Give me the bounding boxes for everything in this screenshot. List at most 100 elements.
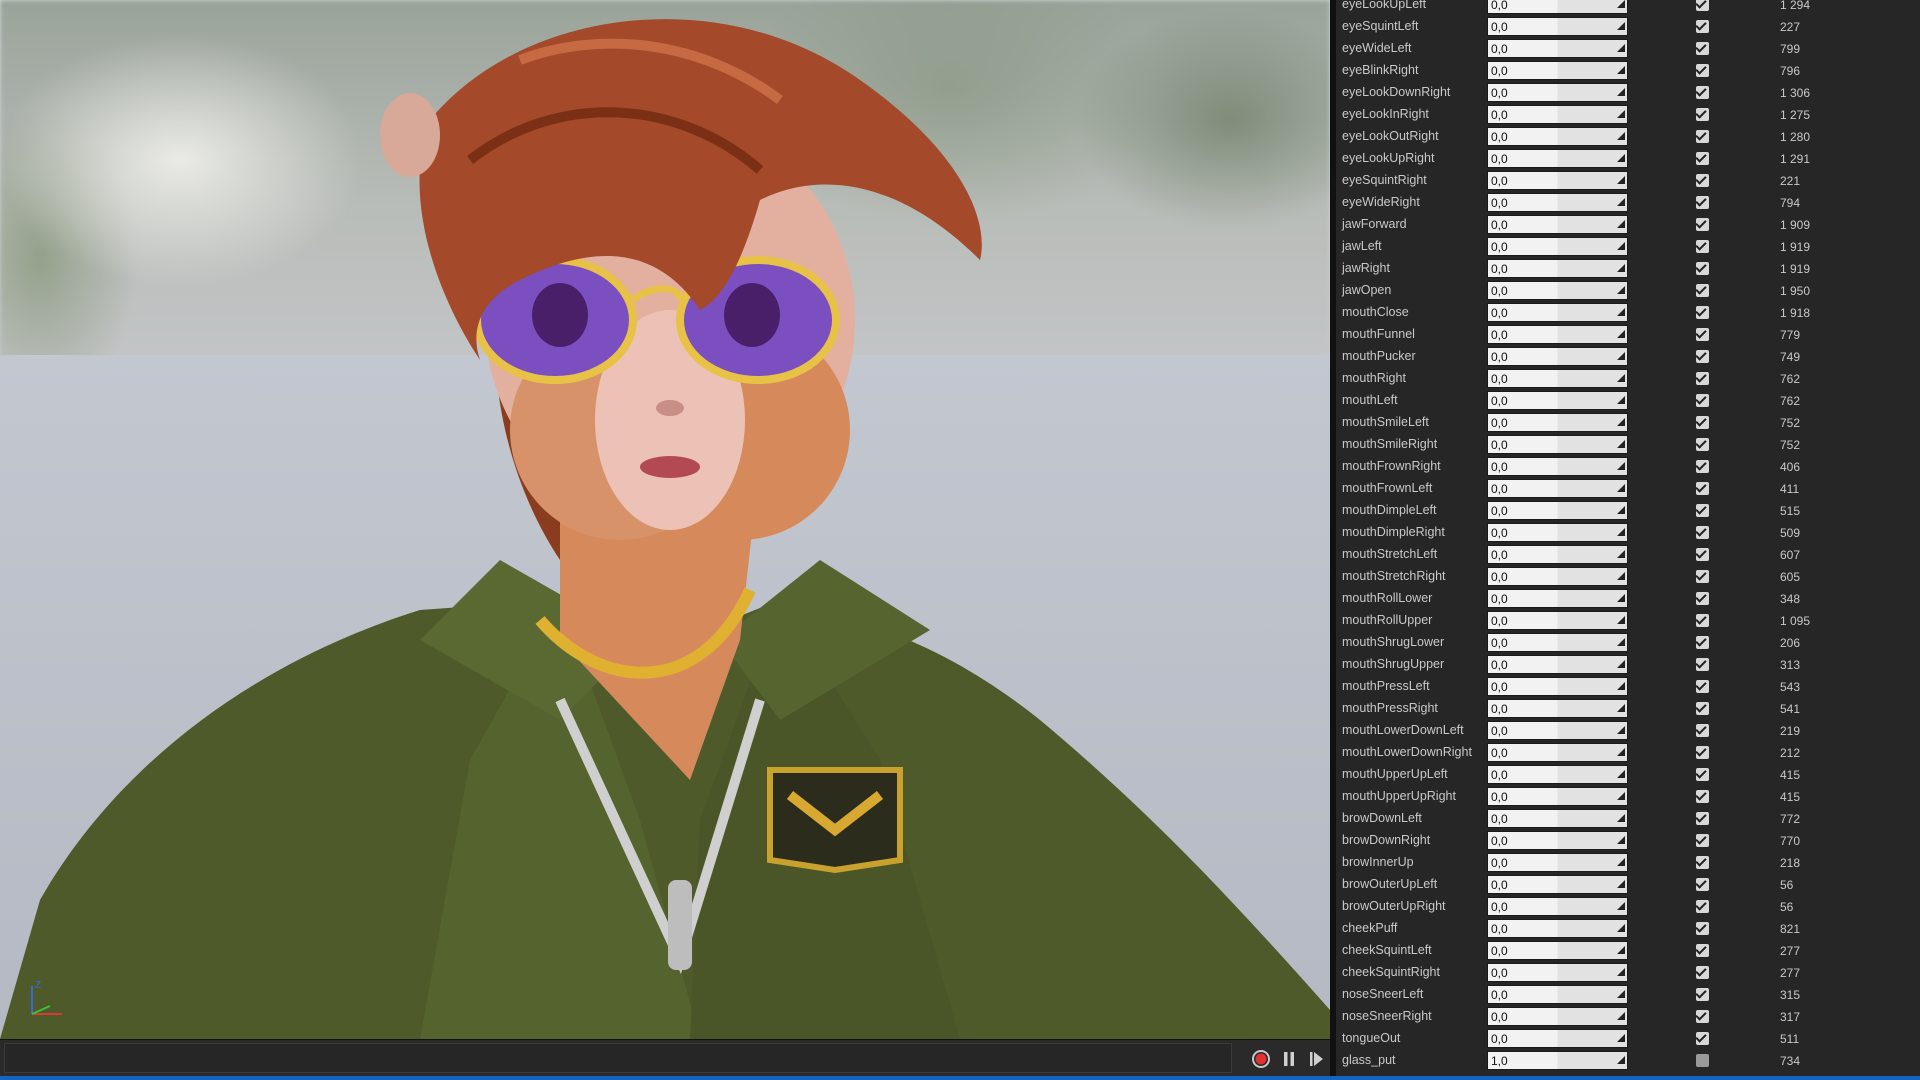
- blendshape-value-slider[interactable]: 0,0: [1487, 611, 1628, 630]
- blendshape-enabled-checkbox[interactable]: [1695, 217, 1709, 231]
- blendshape-enabled-checkbox[interactable]: [1695, 283, 1709, 297]
- blendshape-value-slider[interactable]: 0,0: [1487, 875, 1628, 894]
- timeline-track[interactable]: [4, 1043, 1232, 1073]
- blendshape-value-slider[interactable]: 0,0: [1487, 809, 1628, 828]
- blendshape-enabled-checkbox[interactable]: [1695, 833, 1709, 847]
- blendshape-enabled-checkbox[interactable]: [1695, 19, 1709, 33]
- blendshape-value-slider[interactable]: 0,0: [1487, 963, 1628, 982]
- blendshape-enabled-checkbox[interactable]: [1695, 41, 1709, 55]
- blendshape-value-slider[interactable]: 0,0: [1487, 699, 1628, 718]
- blendshape-enabled-checkbox[interactable]: [1695, 987, 1709, 1001]
- blendshape-value-slider[interactable]: 0,0: [1487, 391, 1628, 410]
- blendshape-value-slider[interactable]: 0,0: [1487, 765, 1628, 784]
- blendshape-enabled-checkbox[interactable]: [1695, 1009, 1709, 1023]
- blendshape-enabled-checkbox[interactable]: [1695, 195, 1709, 209]
- blendshape-value-slider[interactable]: 0,0: [1487, 985, 1628, 1004]
- blendshape-enabled-checkbox[interactable]: [1695, 415, 1709, 429]
- blendshape-value-slider[interactable]: 0,0: [1487, 259, 1628, 278]
- blendshape-value-slider[interactable]: 0,0: [1487, 347, 1628, 366]
- blendshape-value-slider[interactable]: 0,0: [1487, 17, 1628, 36]
- blendshape-value-slider[interactable]: 0,0: [1487, 523, 1628, 542]
- blendshape-enabled-checkbox[interactable]: [1695, 481, 1709, 495]
- blendshape-value-slider[interactable]: 0,0: [1487, 941, 1628, 960]
- blendshape-enabled-checkbox[interactable]: [1695, 525, 1709, 539]
- blendshape-value-slider[interactable]: 0,0: [1487, 413, 1628, 432]
- blendshape-value-slider[interactable]: 0,0: [1487, 105, 1628, 124]
- blendshape-enabled-checkbox[interactable]: [1695, 723, 1709, 737]
- blendshape-value-slider[interactable]: 0,0: [1487, 215, 1628, 234]
- blendshape-enabled-checkbox[interactable]: [1695, 547, 1709, 561]
- blendshape-enabled-checkbox[interactable]: [1695, 745, 1709, 759]
- blendshape-enabled-checkbox[interactable]: [1695, 261, 1709, 275]
- blendshape-value-slider[interactable]: 0,0: [1487, 677, 1628, 696]
- blendshape-value-slider[interactable]: 0,0: [1487, 655, 1628, 674]
- blendshape-value-slider[interactable]: 0,0: [1487, 853, 1628, 872]
- blendshape-enabled-checkbox[interactable]: [1695, 921, 1709, 935]
- pause-button[interactable]: [1279, 1049, 1299, 1069]
- blendshape-enabled-checkbox[interactable]: [1695, 569, 1709, 583]
- blendshape-value-slider[interactable]: 0,0: [1487, 325, 1628, 344]
- blendshape-enabled-checkbox[interactable]: [1695, 789, 1709, 803]
- blendshape-enabled-checkbox[interactable]: [1695, 371, 1709, 385]
- blendshape-value-slider[interactable]: 0,0: [1487, 721, 1628, 740]
- blendshape-enabled-checkbox[interactable]: [1695, 63, 1709, 77]
- blendshape-enabled-checkbox[interactable]: [1695, 327, 1709, 341]
- blendshape-value-slider[interactable]: 0,0: [1487, 83, 1628, 102]
- blendshape-value-slider[interactable]: 0,0: [1487, 831, 1628, 850]
- blendshape-enabled-checkbox[interactable]: [1695, 459, 1709, 473]
- 3d-viewport[interactable]: Z: [0, 0, 1330, 1039]
- blendshape-value-slider[interactable]: 0,0: [1487, 171, 1628, 190]
- blendshape-enabled-checkbox[interactable]: [1695, 349, 1709, 363]
- blendshape-value-slider[interactable]: 0,0: [1487, 787, 1628, 806]
- blendshape-value-slider[interactable]: 0,0: [1487, 743, 1628, 762]
- blendshape-value-slider[interactable]: 0,0: [1487, 369, 1628, 388]
- blendshape-enabled-checkbox[interactable]: [1695, 591, 1709, 605]
- blendshape-enabled-checkbox[interactable]: [1695, 0, 1709, 11]
- blendshape-value-slider[interactable]: 1,0: [1487, 1051, 1628, 1070]
- blendshape-enabled-checkbox[interactable]: [1695, 173, 1709, 187]
- blendshape-enabled-checkbox[interactable]: [1695, 129, 1709, 143]
- blendshape-enabled-checkbox[interactable]: [1696, 1054, 1709, 1067]
- blendshape-enabled-checkbox[interactable]: [1695, 657, 1709, 671]
- blendshape-enabled-checkbox[interactable]: [1695, 393, 1709, 407]
- blendshape-enabled-checkbox[interactable]: [1695, 107, 1709, 121]
- blendshape-enabled-checkbox[interactable]: [1695, 899, 1709, 913]
- blendshape-enabled-checkbox[interactable]: [1695, 1031, 1709, 1045]
- blendshape-value-slider[interactable]: 0,0: [1487, 919, 1628, 938]
- blendshape-enabled-checkbox[interactable]: [1695, 877, 1709, 891]
- step-forward-button[interactable]: [1306, 1049, 1326, 1069]
- blendshape-value-slider[interactable]: 0,0: [1487, 589, 1628, 608]
- blendshape-value-slider[interactable]: 0,0: [1487, 633, 1628, 652]
- blendshape-enabled-checkbox[interactable]: [1695, 965, 1709, 979]
- blendshape-value-slider[interactable]: 0,0: [1487, 281, 1628, 300]
- record-button[interactable]: [1251, 1049, 1271, 1069]
- blendshape-value-slider[interactable]: 0,0: [1487, 149, 1628, 168]
- blendshape-value-slider[interactable]: 0,0: [1487, 479, 1628, 498]
- blendshape-enabled-checkbox[interactable]: [1695, 943, 1709, 957]
- blendshape-enabled-checkbox[interactable]: [1695, 635, 1709, 649]
- blendshape-enabled-checkbox[interactable]: [1695, 613, 1709, 627]
- blendshape-enabled-checkbox[interactable]: [1695, 305, 1709, 319]
- blendshape-value-slider[interactable]: 0,0: [1487, 61, 1628, 80]
- blendshape-value-slider[interactable]: 0,0: [1487, 501, 1628, 520]
- blendshape-enabled-checkbox[interactable]: [1695, 503, 1709, 517]
- blendshape-value-slider[interactable]: 0,0: [1487, 1029, 1628, 1048]
- blendshape-enabled-checkbox[interactable]: [1695, 855, 1709, 869]
- blendshape-value-slider[interactable]: 0,0: [1487, 0, 1628, 14]
- blendshape-enabled-checkbox[interactable]: [1695, 701, 1709, 715]
- blendshape-value-slider[interactable]: 0,0: [1487, 39, 1628, 58]
- blendshape-value-slider[interactable]: 0,0: [1487, 545, 1628, 564]
- blendshape-enabled-checkbox[interactable]: [1695, 151, 1709, 165]
- blendshape-enabled-checkbox[interactable]: [1695, 437, 1709, 451]
- blendshape-value-slider[interactable]: 0,0: [1487, 303, 1628, 322]
- blendshape-enabled-checkbox[interactable]: [1695, 239, 1709, 253]
- blendshape-value-slider[interactable]: 0,0: [1487, 897, 1628, 916]
- blendshape-value-slider[interactable]: 0,0: [1487, 457, 1628, 476]
- blendshape-value-slider[interactable]: 0,0: [1487, 237, 1628, 256]
- blendshape-enabled-checkbox[interactable]: [1695, 811, 1709, 825]
- blendshape-value-slider[interactable]: 0,0: [1487, 1007, 1628, 1026]
- blendshape-enabled-checkbox[interactable]: [1695, 679, 1709, 693]
- blendshape-enabled-checkbox[interactable]: [1695, 85, 1709, 99]
- blendshape-value-slider[interactable]: 0,0: [1487, 193, 1628, 212]
- blendshape-value-slider[interactable]: 0,0: [1487, 435, 1628, 454]
